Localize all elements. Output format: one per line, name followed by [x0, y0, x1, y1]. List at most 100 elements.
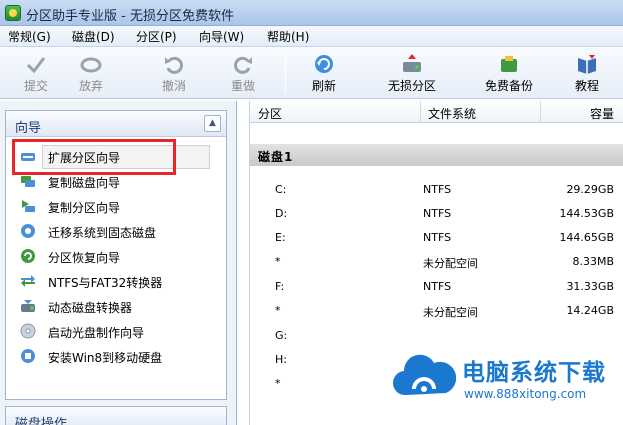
- wizard-item-copy-partition[interactable]: 复制分区向导: [6, 194, 226, 219]
- undo-label: 撤消: [161, 79, 186, 93]
- site-watermark: 电脑系统下载 www.888xitong.com: [392, 345, 623, 425]
- title-bar: 分区助手专业版 - 无损分区免费软件: [0, 0, 623, 26]
- partition-cell: F:: [275, 280, 285, 293]
- menu-general[interactable]: 常规(G): [6, 28, 53, 45]
- collapse-chevron-icon[interactable]: ▲: [204, 115, 221, 132]
- capacity-cell: 14.24GB: [566, 304, 614, 317]
- wizard-item-label: 迁移系统到固态磁盘: [48, 226, 157, 240]
- menu-help[interactable]: 帮助(H): [265, 28, 311, 45]
- wizard-item-partition-recovery[interactable]: 分区恢复向导: [6, 244, 226, 269]
- capacity-cell: 8.33MB: [572, 255, 614, 268]
- menu-disk[interactable]: 磁盘(D): [70, 28, 117, 45]
- install-win8-icon: [21, 349, 35, 363]
- partition-cell: *: [275, 255, 281, 268]
- table-row[interactable]: D: NTFS 144.53GB: [250, 202, 623, 226]
- free-backup-label: 免费备份: [484, 79, 533, 93]
- filesystem-cell: 未分配空间: [423, 306, 478, 319]
- disk-label: 磁盘1: [258, 150, 294, 164]
- menu-bar: 常规(G) 磁盘(D) 分区(P) 向导(W) 帮助(H): [0, 26, 623, 47]
- window-title: 分区助手专业版 - 无损分区免费软件: [26, 9, 234, 24]
- wizard-item-label: 分区恢复向导: [48, 251, 121, 265]
- migrate-ssd-icon: [21, 224, 35, 238]
- boot-disc-icon: [20, 323, 36, 339]
- capacity-cell: 144.65GB: [559, 231, 614, 244]
- submit-button[interactable]: 提交: [5, 49, 67, 97]
- app-logo-icon: [5, 5, 21, 21]
- dynamic-disk-icon: [21, 300, 35, 312]
- partition-recovery-icon: [21, 249, 35, 263]
- wizard-item-label: 复制分区向导: [48, 201, 121, 215]
- partition-cell: D:: [275, 207, 288, 220]
- lossless-partition-label: 无损分区: [387, 79, 436, 93]
- wizard-list: 扩展分区向导 复制磁盘向导 复制分区向导 迁移系统到固态磁盘 分区恢复向导 NT…: [6, 144, 226, 369]
- menu-partition[interactable]: 分区(P): [134, 28, 179, 45]
- tutorial-label: 教程: [574, 79, 599, 93]
- redo-icon: [234, 56, 252, 74]
- column-header-capacity[interactable]: 容量: [590, 105, 614, 122]
- filesystem-cell: NTFS: [423, 183, 452, 196]
- refresh-button[interactable]: 刷新: [293, 49, 355, 97]
- wizard-item-label: 动态磁盘转换器: [48, 301, 133, 315]
- wizard-title: 向导: [15, 121, 42, 136]
- toolbar-separator: [285, 53, 286, 93]
- wizard-item-label: 复制磁盘向导: [48, 176, 121, 190]
- table-row[interactable]: F: NTFS 31.33GB: [250, 275, 623, 299]
- free-backup-button[interactable]: 免费备份: [478, 49, 540, 97]
- submit-icon: [26, 57, 46, 74]
- filesystem-cell: NTFS: [423, 231, 452, 244]
- column-header-partition[interactable]: 分区: [258, 105, 282, 122]
- partition-cell: C:: [275, 183, 287, 196]
- watermark-title: 电脑系统下载: [462, 360, 606, 386]
- disk-operations-title: 磁盘操作: [15, 417, 68, 425]
- menu-wizard[interactable]: 向导(W): [197, 28, 246, 45]
- table-header: 分区 文件系统 容量: [250, 101, 623, 123]
- partition-cell: E:: [275, 231, 286, 244]
- watermark-url: www.888xitong.com: [464, 387, 587, 401]
- partition-cell: H:: [275, 353, 287, 366]
- lossless-partition-button[interactable]: 无损分区: [381, 49, 443, 97]
- table-row[interactable]: * 未分配空间 8.33MB: [250, 250, 623, 274]
- refresh-label: 刷新: [311, 79, 336, 93]
- wizard-item-label: NTFS与FAT32转换器: [48, 276, 163, 290]
- submit-label: 提交: [23, 79, 48, 93]
- column-divider: [420, 101, 421, 123]
- wizard-item-install-win8-usb[interactable]: 安装Win8到移动硬盘: [6, 344, 226, 369]
- backup-icon: [501, 56, 517, 72]
- discard-button[interactable]: 放弃: [60, 49, 122, 97]
- highlight-annotation-box: [12, 139, 176, 175]
- disk-operations-panel[interactable]: 磁盘操作: [5, 406, 227, 425]
- toolbar: 提交 放弃 撤消 重做 刷新 无损分区 免费备份 教程: [0, 47, 623, 99]
- table-row[interactable]: E: NTFS 144.65GB: [250, 226, 623, 250]
- redo-label: 重做: [230, 79, 255, 93]
- column-divider: [540, 101, 541, 123]
- cloud-logo-icon: [393, 354, 456, 396]
- table-row[interactable]: C: NTFS 29.29GB: [250, 178, 623, 202]
- filesystem-cell: 未分配空间: [423, 257, 478, 270]
- wizard-item-dynamic-disk-converter[interactable]: 动态磁盘转换器: [6, 294, 226, 319]
- partition-cell: *: [275, 304, 281, 317]
- wizard-item-ntfs-fat32-converter[interactable]: NTFS与FAT32转换器: [6, 269, 226, 294]
- wizard-item-label: 安装Win8到移动硬盘: [48, 351, 163, 365]
- partition-cell: G:: [275, 329, 288, 342]
- disk-row[interactable]: 磁盘1: [250, 144, 623, 166]
- filesystem-cell: NTFS: [423, 280, 452, 293]
- wizard-item-boot-disc-maker[interactable]: 启动光盘制作向导: [6, 319, 226, 344]
- column-header-filesystem[interactable]: 文件系统: [428, 105, 476, 122]
- tutorial-book-icon: [578, 55, 596, 74]
- copy-disk-icon: [21, 176, 35, 187]
- wizard-item-migrate-os-ssd[interactable]: 迁移系统到固态磁盘: [6, 219, 226, 244]
- wizard-header: 向导 ▲: [6, 111, 226, 137]
- undo-button[interactable]: 撤消: [143, 49, 205, 97]
- partition-cell: *: [275, 377, 281, 390]
- wizard-item-label: 启动光盘制作向导: [48, 326, 145, 340]
- tutorial-button[interactable]: 教程: [556, 49, 618, 97]
- discard-label: 放弃: [78, 79, 103, 93]
- redo-button[interactable]: 重做: [212, 49, 274, 97]
- undo-icon: [165, 56, 183, 74]
- discard-icon: [80, 57, 102, 73]
- copy-partition-icon: [22, 200, 35, 212]
- refresh-icon: [315, 55, 333, 73]
- capacity-cell: 29.29GB: [566, 183, 614, 196]
- capacity-cell: 31.33GB: [566, 280, 614, 293]
- table-row[interactable]: * 未分配空间 14.24GB: [250, 299, 623, 323]
